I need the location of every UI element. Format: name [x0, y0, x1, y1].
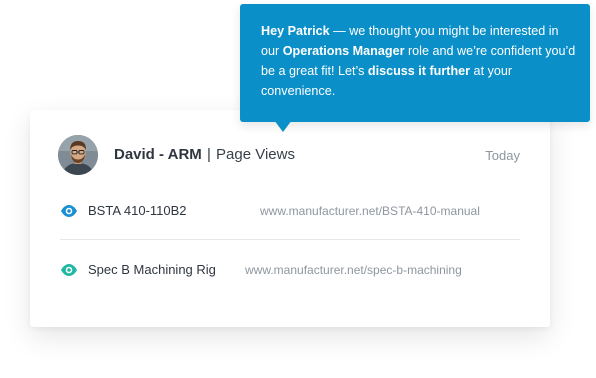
list-item[interactable]: BSTA 410-110B2 www.manufacturer.net/BSTA…	[60, 200, 520, 224]
activity-date: Today	[485, 148, 520, 163]
eye-icon	[61, 264, 77, 276]
message-text: Hey Patrick — we thought you might be in…	[261, 21, 576, 101]
activity-header: David - ARM | Page Views Today	[58, 135, 522, 175]
activity-type: Page Views	[216, 146, 295, 163]
page: David - ARM | Page Views Today BSTA 410-…	[0, 0, 596, 378]
page-url[interactable]: www.manufacturer.net/BSTA-410-manual	[260, 204, 480, 218]
avatar[interactable]	[58, 135, 98, 175]
page-name: BSTA 410-110B2	[88, 203, 187, 218]
activity-card: David - ARM | Page Views Today BSTA 410-…	[30, 110, 550, 327]
title-separator: |	[206, 146, 211, 163]
page-name: Spec B Machining Rig	[88, 262, 216, 277]
person-photo	[58, 135, 98, 175]
page-url[interactable]: www.manufacturer.net/spec-b-machining	[245, 263, 462, 277]
message-cta: discuss it further	[367, 64, 471, 78]
contact-name[interactable]: David - ARM	[114, 146, 202, 163]
activity-title: David - ARM | Page Views	[114, 146, 295, 163]
bubble-tail	[274, 120, 292, 132]
message-greeting: Hey Patrick	[261, 24, 330, 38]
list-item[interactable]: Spec B Machining Rig www.manufacturer.ne…	[60, 259, 520, 283]
divider	[60, 239, 520, 240]
message-bubble: Hey Patrick — we thought you might be in…	[240, 4, 590, 122]
eye-icon	[61, 205, 77, 217]
message-role: Operations Manager	[282, 44, 405, 58]
